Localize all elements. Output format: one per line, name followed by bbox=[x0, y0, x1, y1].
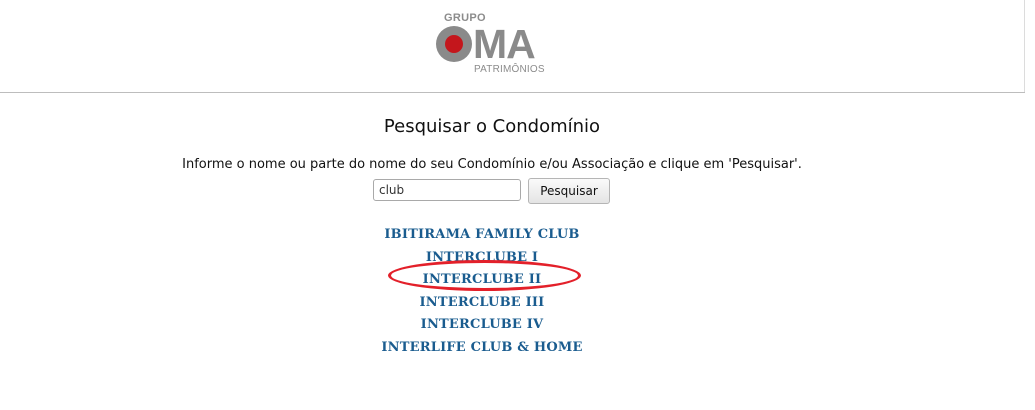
logo-brand-text: MA bbox=[473, 21, 536, 67]
result-link[interactable]: IBITIRAMA FAMILY CLUB bbox=[384, 227, 579, 242]
result-link[interactable]: INTERCLUBE IV bbox=[421, 317, 544, 332]
page-title: Pesquisar o Condomínio bbox=[383, 116, 601, 137]
logo-mark: MA bbox=[436, 21, 536, 67]
result-link-highlighted[interactable]: INTERCLUBE II bbox=[423, 272, 542, 287]
list-item: INTERCLUBE I bbox=[0, 246, 964, 269]
logo-red-dot-icon bbox=[445, 35, 463, 53]
list-item: IBITIRAMA FAMILY CLUB bbox=[0, 223, 964, 246]
result-link[interactable]: INTERCLUBE I bbox=[426, 250, 538, 265]
list-item: INTERCLUBE III bbox=[0, 291, 964, 314]
search-button[interactable]: Pesquisar bbox=[528, 178, 610, 204]
list-item: INTERCLUBE II bbox=[0, 268, 964, 291]
search-input[interactable] bbox=[373, 179, 521, 201]
list-item: INTERCLUBE IV bbox=[0, 313, 964, 336]
list-item: INTERLIFE CLUB & HOME bbox=[0, 336, 964, 359]
company-logo: GRUPO MA PATRIMÔNIOS bbox=[436, 12, 548, 76]
logo-o-circle-icon bbox=[436, 26, 472, 62]
result-link[interactable]: INTERCLUBE III bbox=[420, 295, 545, 310]
header-divider bbox=[0, 92, 1025, 93]
window-edge bbox=[1024, 0, 1025, 92]
search-instructions: Informe o nome ou parte do nome do seu C… bbox=[182, 157, 802, 172]
logo-bottom-text: PATRIMÔNIOS bbox=[474, 64, 545, 75]
result-link[interactable]: INTERLIFE CLUB & HOME bbox=[381, 340, 582, 355]
results-list: IBITIRAMA FAMILY CLUB INTERCLUBE I INTER… bbox=[0, 223, 964, 359]
